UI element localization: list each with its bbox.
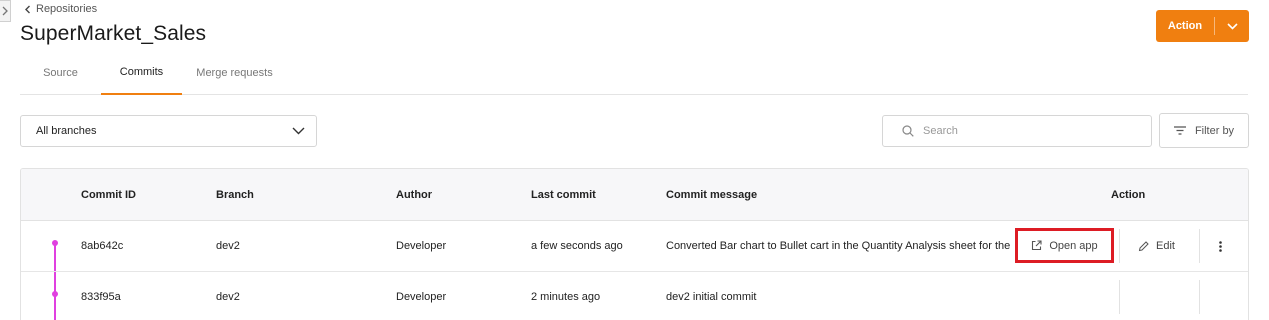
action-divider [1119, 280, 1120, 314]
action-button-label: Action [1167, 20, 1203, 32]
tab-commits[interactable]: Commits [101, 55, 182, 95]
search-icon [902, 125, 914, 137]
column-header-last-commit: Last commit [531, 189, 596, 201]
action-button[interactable]: Action [1156, 10, 1249, 42]
chevron-left-icon [25, 5, 30, 13]
action-divider [1119, 229, 1120, 263]
edit-label: Edit [1156, 240, 1175, 252]
commit-time: 2 minutes ago [531, 291, 601, 303]
open-app-label: Open app [1049, 239, 1098, 252]
filter-button-label: Filter by [1194, 124, 1235, 137]
chevron-down-icon [292, 127, 305, 135]
kebab-menu-icon [1218, 240, 1222, 252]
tab-source[interactable]: Source [20, 55, 101, 95]
external-link-icon [1032, 240, 1042, 251]
commit-time: a few seconds ago [531, 240, 623, 252]
column-header-branch: Branch [216, 189, 254, 201]
filter-icon [1173, 126, 1186, 135]
breadcrumb[interactable]: Repositories [24, 3, 97, 15]
commit-branch: dev2 [216, 291, 240, 303]
commit-branch: dev2 [216, 240, 240, 252]
commit-graph-node [52, 291, 58, 297]
commit-author: Developer [396, 291, 447, 303]
branch-select-value: All branches [36, 125, 97, 137]
commit-id: 833f95a [81, 291, 121, 303]
branch-select[interactable]: All branches [20, 115, 317, 147]
pencil-icon [1138, 240, 1149, 251]
table-header: Commit ID Branch Author Last commit Comm… [21, 169, 1248, 221]
column-header-commit-id: Commit ID [81, 189, 136, 201]
page-title: SuperMarket_Sales [20, 22, 207, 45]
commits-table: Commit ID Branch Author Last commit Comm… [20, 168, 1249, 320]
commit-message: Converted Bar chart to Bullet cart in th… [666, 240, 1011, 252]
table-row[interactable]: 8ab642c dev2 Developer a few seconds ago… [21, 221, 1248, 272]
action-divider [1199, 280, 1200, 314]
table-row[interactable]: 833f95a dev2 Developer 2 minutes ago dev… [21, 272, 1248, 320]
breadcrumb-repositories-link[interactable]: Repositories [36, 3, 97, 15]
filter-button[interactable]: Filter by [1159, 113, 1249, 148]
search-box[interactable] [882, 115, 1152, 147]
action-divider [1199, 229, 1200, 263]
tab-merge-requests[interactable]: Merge requests [182, 55, 287, 95]
more-options-button[interactable] [1212, 229, 1228, 263]
column-header-action: Action [1111, 189, 1146, 201]
commit-graph-node [52, 240, 58, 246]
chevron-down-icon [1226, 22, 1238, 30]
commit-message: dev2 initial commit [666, 291, 757, 303]
column-header-author: Author [396, 189, 433, 201]
open-app-button[interactable]: Open app [1015, 228, 1114, 263]
commit-id: 8ab642c [81, 240, 124, 252]
repo-tabs: Source Commits Merge requests [20, 55, 1248, 95]
edit-button[interactable]: Edit [1138, 229, 1175, 263]
sidebar-toggle[interactable] [0, 0, 11, 22]
action-dropdown-toggle[interactable] [1215, 22, 1249, 30]
search-input[interactable] [923, 125, 1123, 137]
commit-author: Developer [396, 240, 447, 252]
chevron-right-icon [2, 6, 8, 16]
column-header-commit-message: Commit message [666, 189, 758, 201]
